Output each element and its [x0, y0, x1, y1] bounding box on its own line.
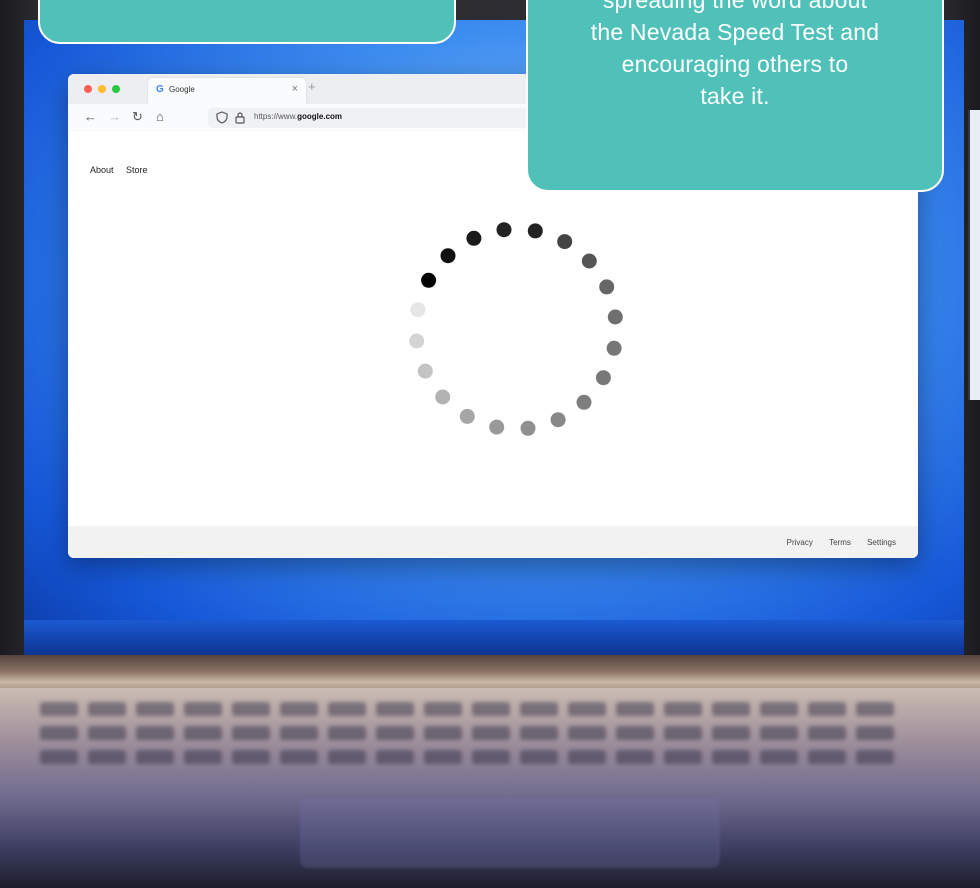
settings-link[interactable]: Settings: [867, 538, 896, 547]
forward-arrow-icon[interactable]: →: [108, 110, 121, 124]
spinner-dot: [581, 253, 597, 269]
shield-icon: [216, 111, 228, 124]
spinner-dot: [496, 222, 512, 238]
tab-google[interactable]: G Google ×: [148, 78, 306, 104]
info-card-line: the Nevada Speed Test and: [590, 19, 880, 45]
close-window-button[interactable]: [84, 85, 92, 93]
spinner-dot: [489, 419, 505, 435]
spinner-dot: [417, 363, 433, 379]
spinner-dot: [520, 420, 536, 436]
spinner-dot: [595, 370, 611, 386]
new-tab-icon[interactable]: +: [308, 79, 316, 94]
spinner-dot: [606, 340, 622, 356]
spinner-dot: [599, 279, 615, 295]
spinner-dot: [409, 333, 425, 349]
info-card-line: spreading the word about: [602, 0, 868, 13]
spinner-dot: [435, 389, 451, 405]
info-card-left: [38, 0, 456, 44]
keyboard: [40, 702, 940, 792]
spinner-dot: [527, 223, 543, 239]
back-arrow-icon[interactable]: ←: [84, 110, 97, 124]
spinner-dot: [440, 248, 456, 264]
background-window-edge: [968, 110, 980, 400]
screen-taskbar-area: [24, 620, 964, 660]
spinner-dot: [421, 272, 437, 288]
url-text: https://www.google.com: [254, 112, 343, 121]
info-card-right: spreading the word about the Nevada Spee…: [526, 0, 944, 192]
footer-links: Privacy Terms Settings: [773, 538, 896, 547]
spinner-dot: [576, 394, 592, 410]
close-tab-icon[interactable]: ×: [292, 83, 298, 95]
info-card-line: encouraging others to: [621, 51, 849, 77]
privacy-link[interactable]: Privacy: [787, 538, 813, 547]
home-icon[interactable]: ⌂: [156, 110, 164, 124]
spinner-dot: [550, 412, 566, 428]
info-card-line: take it.: [700, 83, 770, 109]
spinner-dot: [466, 230, 482, 246]
maximize-window-button[interactable]: [112, 85, 120, 93]
info-card-text: spreading the word about the Nevada Spee…: [528, 0, 942, 112]
minimize-window-button[interactable]: [98, 85, 106, 93]
spinner-dot: [459, 408, 475, 424]
spinner-dot: [607, 309, 623, 325]
spinner-dot: [410, 302, 426, 318]
reload-icon[interactable]: ↻: [132, 110, 143, 124]
page-footer: Privacy Terms Settings: [68, 526, 918, 558]
spinner-dot: [557, 234, 573, 250]
tab-title: Google: [169, 85, 195, 94]
terms-link[interactable]: Terms: [829, 538, 851, 547]
google-favicon-icon: G: [156, 84, 164, 95]
laptop-keyboard-deck: [0, 688, 980, 888]
trackpad: [300, 798, 720, 868]
lock-icon: [235, 112, 245, 124]
